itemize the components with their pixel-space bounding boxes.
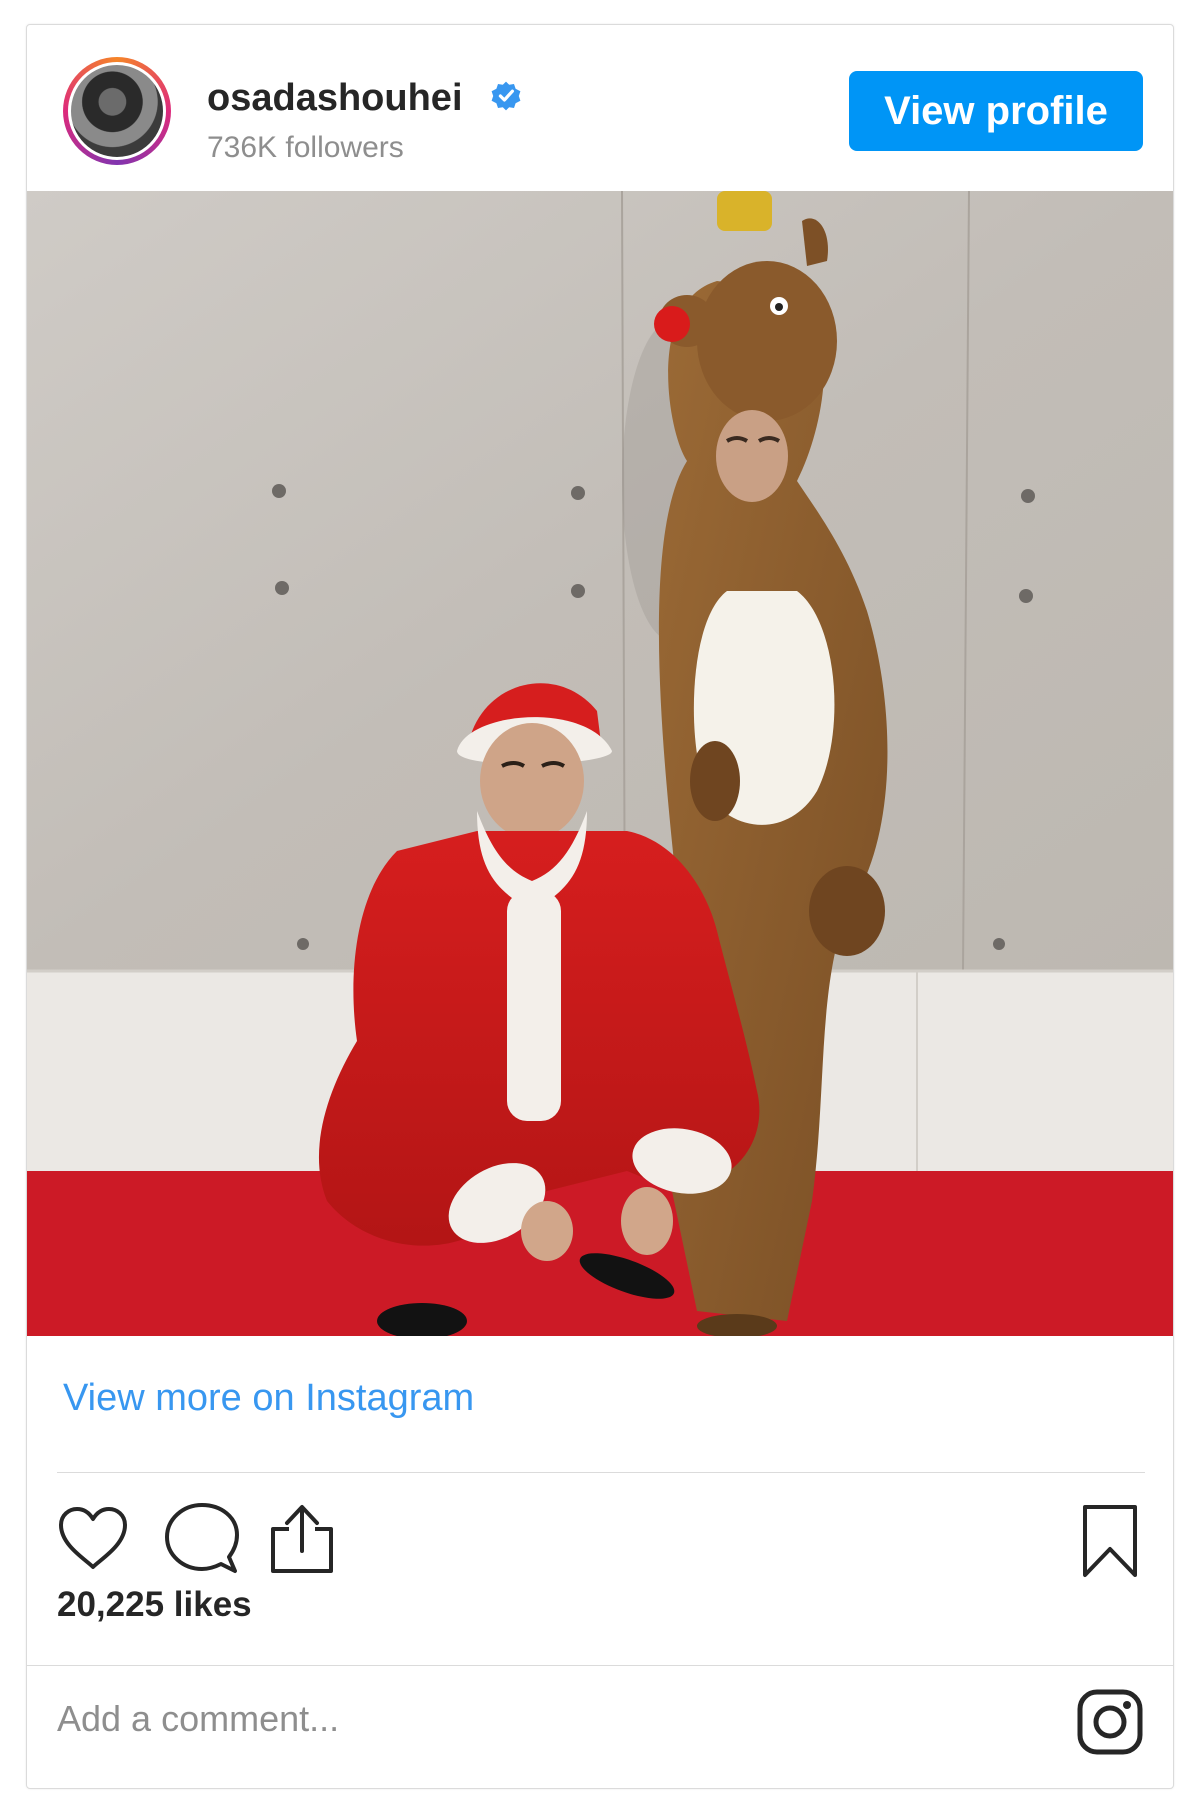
footer-divider	[57, 1472, 1145, 1473]
view-profile-button[interactable]: View profile	[849, 71, 1143, 151]
username[interactable]: osadashouhei	[207, 77, 463, 120]
verified-badge-icon	[491, 81, 521, 111]
avatar-story-ring[interactable]	[63, 57, 171, 165]
photo-image	[27, 191, 1173, 1336]
share-icon[interactable]	[267, 1503, 337, 1575]
post-photo[interactable]	[27, 191, 1173, 1336]
bookmark-icon[interactable]	[1079, 1503, 1141, 1579]
instagram-embed-card: osadashouhei 736K followers View profile	[26, 24, 1174, 1789]
comment-input[interactable]	[57, 1689, 957, 1749]
comment-divider	[27, 1665, 1173, 1666]
heart-icon[interactable]	[55, 1503, 131, 1573]
instagram-icon[interactable]	[1075, 1687, 1145, 1757]
comment-icon[interactable]	[163, 1501, 241, 1577]
view-more-link[interactable]: View more on Instagram	[63, 1377, 474, 1420]
post-header: osadashouhei 736K followers View profile	[27, 25, 1173, 191]
follower-count: 736K followers	[207, 131, 404, 164]
like-count[interactable]: 20,225 likes	[57, 1585, 252, 1625]
avatar[interactable]	[68, 62, 166, 160]
